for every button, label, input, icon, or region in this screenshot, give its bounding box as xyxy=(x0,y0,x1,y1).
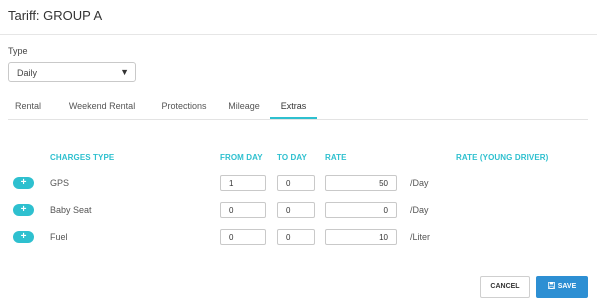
save-button[interactable]: SAVE xyxy=(536,276,588,298)
table-row: + Baby Seat 0 0 0 /Day xyxy=(0,202,597,220)
header-charges-type: CHARGES TYPE xyxy=(50,153,115,162)
tabs-underline xyxy=(8,119,588,120)
type-select[interactable]: Daily ▼ xyxy=(8,62,136,82)
to-day-input[interactable]: 0 xyxy=(277,229,315,245)
from-day-value: 1 xyxy=(229,179,234,188)
floppy-disk-icon xyxy=(547,282,555,289)
to-day-value: 0 xyxy=(286,233,291,242)
tab-mileage[interactable]: Mileage xyxy=(224,96,264,119)
tab-protections[interactable]: Protections xyxy=(153,96,215,119)
to-day-input[interactable]: 0 xyxy=(277,202,315,218)
header-from-day: FROM DAY xyxy=(220,153,263,162)
to-day-input[interactable]: 0 xyxy=(277,175,315,191)
rate-input[interactable]: 50 xyxy=(325,175,397,191)
to-day-value: 0 xyxy=(286,179,291,188)
header-to-day: TO DAY xyxy=(277,153,307,162)
tab-weekend-rental[interactable]: Weekend Rental xyxy=(62,96,142,119)
rate-input[interactable]: 0 xyxy=(325,202,397,218)
type-select-value: Daily xyxy=(17,68,38,78)
rate-unit: /Day xyxy=(410,178,429,188)
plus-icon[interactable]: + xyxy=(13,177,34,189)
tab-bar: Rental Weekend Rental Protections Mileag… xyxy=(8,96,588,120)
from-day-value: 0 xyxy=(229,233,234,242)
from-day-input[interactable]: 0 xyxy=(220,202,266,218)
header-rate-young-driver: RATE (YOUNG DRIVER) xyxy=(456,153,549,162)
cancel-button[interactable]: CANCEL xyxy=(480,276,530,298)
caret-down-icon: ▼ xyxy=(120,67,129,77)
dialog-title: Tariff: GROUP A xyxy=(8,8,103,23)
tab-rental[interactable]: Rental xyxy=(8,96,48,119)
rate-value: 10 xyxy=(379,233,388,242)
header-divider xyxy=(0,34,597,35)
from-day-value: 0 xyxy=(229,206,234,215)
type-label: Type xyxy=(8,46,28,56)
header-rate: RATE xyxy=(325,153,347,162)
rate-value: 50 xyxy=(379,179,388,188)
rate-unit: /Day xyxy=(410,205,429,215)
rate-unit: /Liter xyxy=(410,232,431,242)
plus-icon[interactable]: + xyxy=(13,204,34,216)
from-day-input[interactable]: 0 xyxy=(220,229,266,245)
charge-name: GPS xyxy=(50,178,70,188)
save-button-label: SAVE xyxy=(557,283,577,290)
rate-input[interactable]: 10 xyxy=(325,229,397,245)
table-row: + GPS 1 0 50 /Day xyxy=(0,175,597,193)
from-day-input[interactable]: 1 xyxy=(220,175,266,191)
plus-icon[interactable]: + xyxy=(13,231,34,243)
table-row: + Fuel 0 0 10 /Liter xyxy=(0,229,597,247)
charge-name: Fuel xyxy=(50,232,68,242)
rate-value: 0 xyxy=(383,206,388,215)
to-day-value: 0 xyxy=(286,206,291,215)
charge-name: Baby Seat xyxy=(50,205,92,215)
tab-extras[interactable]: Extras xyxy=(270,96,317,119)
